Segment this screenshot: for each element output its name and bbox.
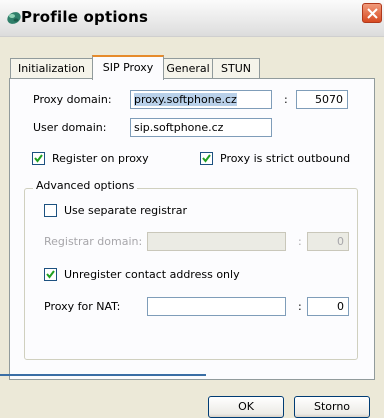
- unregister-contact-label[interactable]: Unregister contact address only: [64, 268, 240, 281]
- ok-button[interactable]: OK: [208, 396, 284, 418]
- globe-icon: [6, 10, 22, 26]
- proxy-port-input[interactable]: 5070: [296, 90, 348, 109]
- register-on-proxy-label[interactable]: Register on proxy: [52, 152, 149, 165]
- tab-general[interactable]: General: [163, 58, 213, 79]
- proxy-strict-outbound-label[interactable]: Proxy is strict outbound: [220, 152, 350, 165]
- user-domain-input[interactable]: sip.softphone.cz: [130, 118, 272, 137]
- use-separate-registrar-checkbox[interactable]: [44, 204, 57, 217]
- profile-options-dialog: Profile options Initialization SIP Proxy…: [0, 0, 384, 418]
- check-icon: [46, 270, 55, 279]
- register-on-proxy-checkbox[interactable]: [32, 152, 45, 165]
- proxy-for-nat-label: Proxy for NAT:: [44, 300, 121, 313]
- nat-port-separator: :: [298, 300, 302, 313]
- unregister-contact-checkbox[interactable]: [44, 268, 57, 281]
- nat-port-input[interactable]: 0: [307, 297, 349, 316]
- close-icon: [367, 8, 378, 19]
- proxy-domain-value: proxy.softphone.cz: [134, 93, 237, 106]
- background-window-edge: [0, 374, 206, 376]
- registrar-port-input[interactable]: 0: [307, 232, 349, 251]
- window-title: Profile options: [21, 8, 149, 26]
- registrar-domain-input[interactable]: [147, 232, 286, 251]
- check-icon: [34, 154, 43, 163]
- user-domain-label: User domain:: [33, 121, 107, 134]
- advanced-options-title: Advanced options: [33, 179, 138, 192]
- proxy-domain-input[interactable]: proxy.softphone.cz: [130, 90, 272, 109]
- proxy-domain-label: Proxy domain:: [33, 93, 112, 106]
- title-bar[interactable]: Profile options: [0, 0, 384, 37]
- proxy-for-nat-input[interactable]: [147, 297, 286, 316]
- use-separate-registrar-label[interactable]: Use separate registrar: [64, 204, 187, 217]
- registrar-domain-label: Registrar domain:: [44, 235, 143, 248]
- close-button[interactable]: [362, 3, 382, 23]
- proxy-strict-outbound-checkbox[interactable]: [200, 152, 213, 165]
- check-icon: [202, 154, 211, 163]
- proxy-port-separator: :: [284, 93, 288, 106]
- registrar-port-separator: :: [298, 235, 302, 248]
- tab-stun[interactable]: STUN: [212, 58, 260, 79]
- cancel-button[interactable]: Storno: [294, 396, 370, 418]
- tab-initialization[interactable]: Initialization: [10, 58, 93, 79]
- tab-sip-proxy[interactable]: SIP Proxy: [92, 55, 164, 80]
